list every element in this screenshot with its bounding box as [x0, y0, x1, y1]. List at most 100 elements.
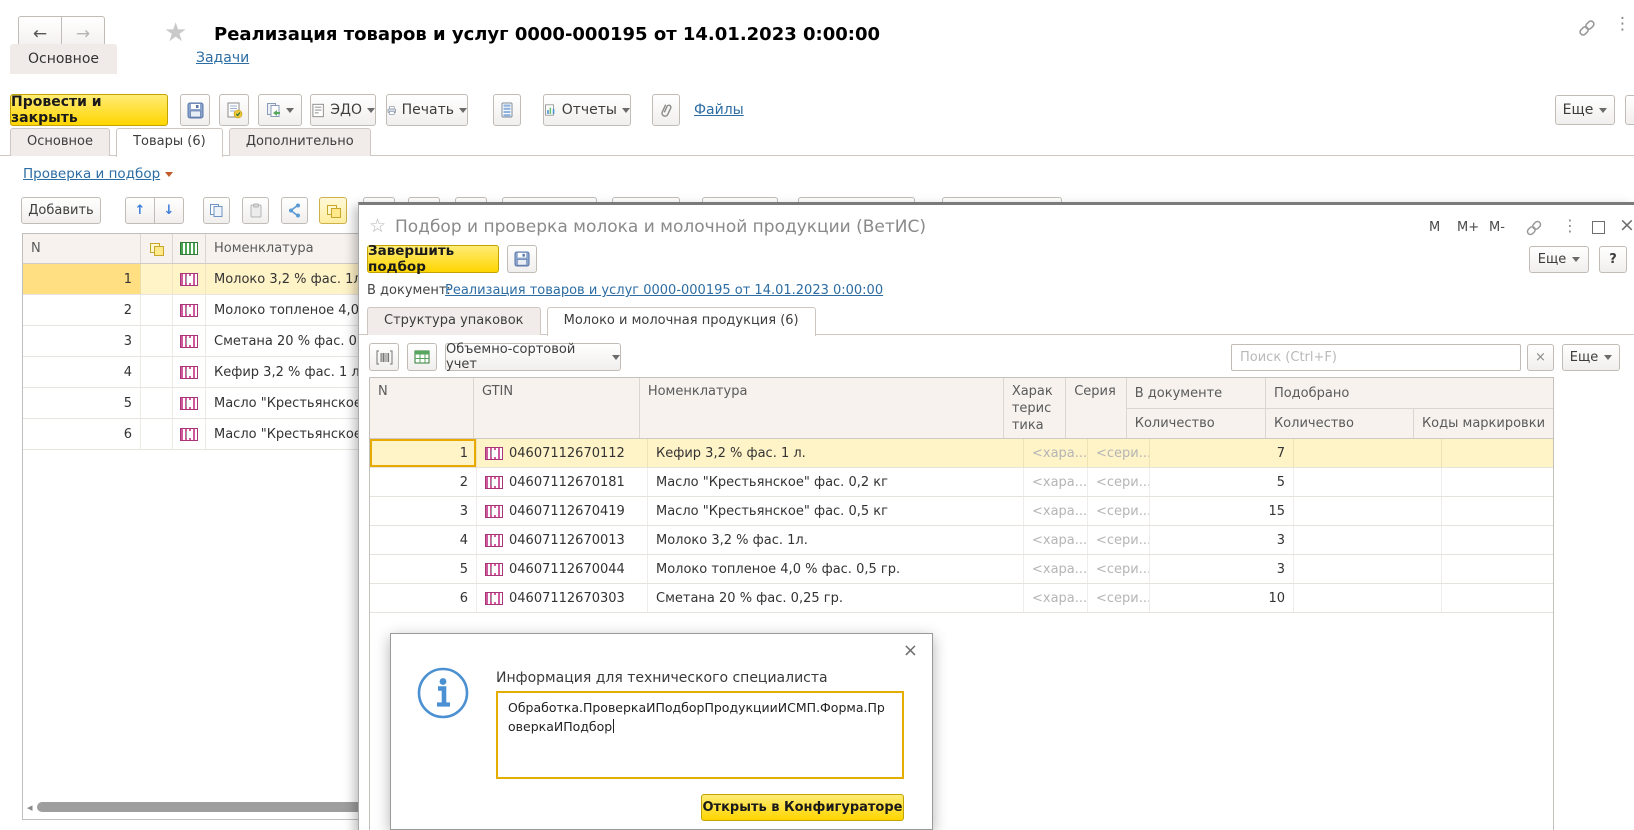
reports-button[interactable]: Отчеты	[543, 94, 631, 126]
kebab-menu-icon[interactable]: ⋮	[1614, 14, 1631, 34]
row-qty-picked	[1294, 555, 1442, 583]
col-picked-sub: Количество Коды маркировки	[1266, 409, 1553, 438]
move-down-button[interactable]: ↓	[154, 197, 184, 224]
col-series[interactable]: Серия	[1066, 378, 1127, 438]
scroll-left-icon[interactable]: ◂	[27, 801, 33, 814]
search-more-button[interactable]: Еще	[1562, 344, 1620, 371]
row-series: <сери...	[1088, 584, 1150, 612]
cut-off-button[interactable]	[1625, 95, 1634, 125]
row-marking	[173, 326, 206, 356]
dropdown-arrow-icon	[1572, 257, 1580, 262]
col-copy-flag[interactable]	[141, 234, 173, 263]
row-series: <сери...	[1088, 497, 1150, 525]
col-in-document-group: В документе Количество	[1127, 378, 1266, 438]
share-button[interactable]	[281, 197, 308, 224]
row-codes	[1442, 526, 1553, 554]
table-row[interactable]: 4 04607112670013 Молоко 3,2 % фас. 1л. <…	[370, 526, 1553, 555]
doc-link[interactable]: Реализация товаров и услуг 0000-000195 о…	[445, 283, 883, 298]
table-row[interactable]: 5 04607112670044 Молоко топленое 4,0 % ф…	[370, 555, 1553, 584]
maximize-icon[interactable]	[1592, 221, 1605, 234]
row-characteristic: <хара...	[1024, 468, 1088, 496]
more-label: Еще	[1563, 102, 1594, 118]
app-window: ← → ★ Реализация товаров и услуг 0000-00…	[0, 0, 1634, 830]
post-and-close-button[interactable]: Провести и закрыть	[10, 94, 168, 126]
barcode-scanner-icon	[376, 350, 393, 365]
open-in-configurator-button[interactable]: Открыть в Конфигураторе	[701, 794, 904, 821]
more-button[interactable]: Еще	[1555, 95, 1615, 125]
row-gtin: 04607112670419	[477, 497, 648, 525]
row-qty-picked	[1294, 526, 1442, 554]
add-row-button[interactable]: Добавить	[21, 197, 101, 224]
check-pick-link[interactable]: Проверка и подбор	[23, 166, 160, 182]
search-clear-button[interactable]: ×	[1527, 344, 1554, 371]
scale-normal-button[interactable]: М	[1429, 220, 1440, 235]
tab-packaging[interactable]: Структура упаковок	[367, 307, 541, 335]
col-marking-flag[interactable]	[173, 234, 206, 263]
paste-button[interactable]	[242, 197, 269, 224]
doc-label: В документ:	[367, 283, 451, 298]
post-document-button[interactable]	[219, 94, 249, 126]
col-nomenclature[interactable]: Номенклатура	[640, 378, 1004, 438]
close-icon[interactable]: ×	[1619, 214, 1634, 236]
tab-extra[interactable]: Дополнительно	[229, 128, 371, 156]
get-link-icon[interactable]	[1576, 17, 1598, 39]
row-characteristic: <хара...	[1024, 439, 1088, 467]
search-input[interactable]	[1231, 344, 1521, 371]
scan-barcode-button[interactable]	[369, 343, 399, 371]
marking-icon	[180, 366, 198, 379]
tech-info-textarea[interactable]: Обработка.ПроверкаИПодборПродукцииИСМП.Ф…	[496, 691, 904, 779]
get-link-icon[interactable]	[1524, 218, 1544, 238]
table-row[interactable]: 3 04607112670419 Масло "Крестьянское" фа…	[370, 497, 1553, 526]
col-qty-picked[interactable]: Количество	[1266, 409, 1414, 438]
col-n[interactable]: N	[370, 378, 474, 438]
move-up-button[interactable]: ↑	[125, 197, 155, 224]
table-row[interactable]: 2 04607112670181 Масло "Крестьянское" фа…	[370, 468, 1553, 497]
text-caret	[613, 719, 614, 733]
tab-goods[interactable]: Товары (6)	[116, 128, 223, 157]
copy-flag-icon	[150, 243, 163, 254]
marking-icon	[180, 304, 198, 317]
attachments-button[interactable]	[652, 94, 680, 126]
favorite-star-outline-icon[interactable]: ☆	[369, 215, 386, 237]
table-row[interactable]: 6 04607112670303 Сметана 20 % фас. 0,25 …	[370, 584, 1553, 613]
tab-milk-products[interactable]: Молоко и молочная продукция (6)	[547, 307, 816, 336]
scale-up-button[interactable]: М+	[1457, 220, 1479, 235]
edo-button[interactable]: ЭДО	[310, 94, 376, 126]
more-button[interactable]: Еще	[1529, 246, 1589, 273]
arrow-down-icon: ↓	[164, 203, 175, 218]
table-row[interactable]: 1 04607112670112 Кефир 3,2 % фас. 1 л. <…	[370, 439, 1553, 468]
save-button[interactable]	[180, 94, 210, 126]
row-flag	[141, 419, 173, 449]
col-picked[interactable]: Подобрано	[1266, 378, 1553, 409]
dialog-title: Информация для технического специалиста	[496, 670, 828, 686]
print-button[interactable]: Печать	[386, 94, 468, 126]
save-button[interactable]	[507, 245, 537, 273]
col-characteristic[interactable]: Характеристика	[1004, 378, 1066, 438]
kebab-menu-icon[interactable]: ⋮	[1562, 216, 1578, 235]
row-name: Кефир 3,2 % фас. 1 л.	[648, 439, 1024, 467]
col-in-document[interactable]: В документе	[1127, 378, 1265, 409]
tab-main[interactable]: Основное	[10, 128, 110, 156]
close-icon[interactable]: ×	[903, 640, 918, 661]
col-qty-doc[interactable]: Количество	[1127, 409, 1265, 438]
col-n[interactable]: N	[23, 234, 141, 263]
finish-pick-button[interactable]: Завершить подбор	[367, 245, 499, 273]
create-based-on-button[interactable]	[258, 94, 302, 126]
scale-down-button[interactable]: М-	[1489, 220, 1505, 235]
copy-rows-button[interactable]	[319, 197, 347, 224]
files-link[interactable]: Файлы	[694, 102, 744, 118]
nav-tab-main[interactable]: Основное	[10, 44, 117, 74]
dropdown-arrow-icon	[367, 108, 375, 113]
check-pick-menu[interactable]: Проверка и подбор	[23, 166, 173, 182]
row-flag	[141, 264, 173, 294]
goods-list-button[interactable]	[407, 343, 437, 371]
nav-tab-tasks[interactable]: Задачи	[196, 50, 249, 66]
row-n: 2	[370, 468, 477, 496]
copy-button[interactable]	[203, 197, 230, 224]
help-button[interactable]: ?	[1599, 246, 1627, 273]
col-codes[interactable]: Коды маркировки	[1414, 409, 1553, 438]
structure-button[interactable]	[493, 94, 521, 126]
volume-accounting-button[interactable]: Объемно-сортовой учет	[445, 343, 621, 371]
favorite-star-icon[interactable]: ★	[164, 18, 187, 48]
col-gtin[interactable]: GTIN	[474, 378, 640, 438]
